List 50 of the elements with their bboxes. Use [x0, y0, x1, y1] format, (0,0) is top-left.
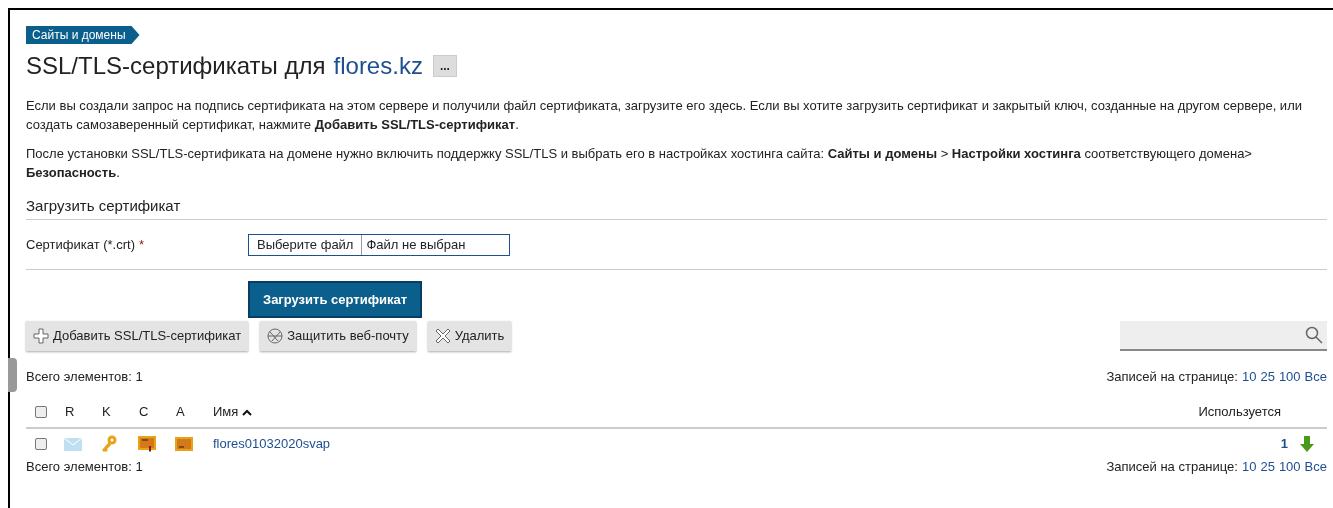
- sort-caret-icon[interactable]: [242, 408, 253, 416]
- page-size-link[interactable]: 10: [1241, 457, 1257, 477]
- field-label: Сертификат (*.crt): [26, 235, 135, 254]
- column-header[interactable]: Имя: [213, 402, 239, 422]
- page-size-link[interactable]: Все: [1304, 367, 1327, 387]
- file-status-text: Файл не выбран: [365, 235, 467, 254]
- intro-paragraph: Если вы создали запрос на подпись сертификата на этом сервере и получили файл сертификата, загрузите его здесь. Если вы хотите загрузить сертификат и закрытый ключ, созданные на другом сервере, или создать самозаверенный сертификат, нажмите Добавить SSL/TLS-сертификат.: [26, 97, 1303, 134]
- choose-file-button[interactable]: Выберите файл: [249, 234, 363, 255]
- column-header: K: [101, 403, 112, 422]
- page-size-link[interactable]: 25: [1260, 367, 1275, 387]
- search-icon[interactable]: [1305, 326, 1323, 344]
- toolbar-button[interactable]: Удалить: [427, 321, 512, 351]
- certificate-icon: [175, 437, 193, 451]
- toolbar-button[interactable]: Защитить веб-почту: [260, 321, 416, 351]
- key-icon: [101, 435, 117, 453]
- cross-icon: [434, 328, 451, 344]
- page-size-link[interactable]: 100: [1278, 367, 1301, 387]
- required-mark: *: [139, 235, 145, 254]
- total-count: Всего элементов: 1: [26, 368, 143, 387]
- total-count: Всего элементов: 1: [26, 458, 143, 477]
- certificate-name-link[interactable]: flores01032020svap: [213, 436, 331, 452]
- section-heading: Загрузить сертификат: [26, 196, 1327, 220]
- scroll-handle[interactable]: [8, 358, 17, 392]
- page-size-link[interactable]: 10: [1241, 367, 1257, 387]
- search-field[interactable]: [1120, 321, 1327, 351]
- upload-button[interactable]: Загрузить сертификат: [248, 281, 423, 318]
- column-header: C: [138, 403, 150, 422]
- per-page-label: Записей на странице:: [1106, 458, 1238, 477]
- checkbox[interactable]: [35, 406, 47, 418]
- page-size-link[interactable]: 100: [1278, 457, 1301, 477]
- envelope-icon: [64, 437, 82, 451]
- checkbox[interactable]: [35, 438, 47, 450]
- page-title: SSL/TLS-сертификаты для: [26, 51, 326, 81]
- toolbar-button[interactable]: Добавить SSL/TLS-сертификат: [26, 321, 249, 351]
- file-input[interactable]: Выберите файл Файл не выбран: [248, 233, 510, 256]
- more-button[interactable]: ...: [432, 55, 457, 77]
- domain-link[interactable]: flores.kz: [333, 50, 423, 82]
- globe-icon: [267, 328, 284, 344]
- download-arrow-icon[interactable]: [1300, 436, 1314, 452]
- certificate-icon: [138, 436, 156, 452]
- column-header: R: [64, 403, 76, 422]
- plus-icon: [33, 328, 49, 344]
- page-size-link[interactable]: Все: [1304, 457, 1327, 477]
- column-header: A: [175, 403, 186, 422]
- column-header: Используется: [1197, 403, 1282, 422]
- page-size-link[interactable]: 25: [1260, 457, 1275, 477]
- intro-paragraph: После установки SSL/TLS-сертификата на домене нужно включить поддержку SSL/TLS и выбрать его в настройках хостинга сайта: Сайты и домены > Настройки хостинга соответствующего домена> Безопасность.: [26, 145, 1253, 182]
- usage-count: 1: [1280, 435, 1288, 454]
- breadcrumb-link[interactable]: Сайты и домены: [26, 26, 140, 44]
- per-page-label: Записей на странице:: [1106, 368, 1238, 387]
